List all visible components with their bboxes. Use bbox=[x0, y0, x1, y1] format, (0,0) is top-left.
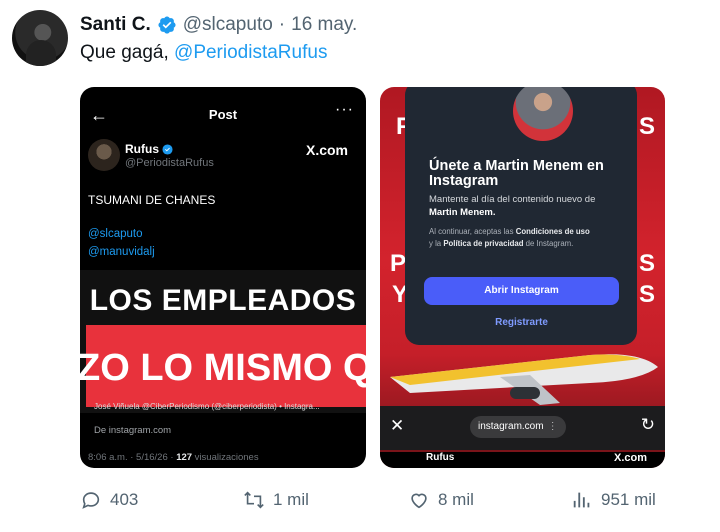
airplane-image bbox=[390, 354, 658, 405]
like-action[interactable]: 8 mil bbox=[408, 486, 474, 514]
verified-badge-icon bbox=[162, 143, 173, 155]
author-name[interactable]: Santi C. bbox=[80, 14, 151, 36]
video-caption-line2: ZO LO MISMO Q bbox=[80, 347, 366, 389]
heart-icon bbox=[411, 493, 427, 509]
like-count: 8 mil bbox=[438, 490, 474, 509]
bg-letter: S bbox=[638, 281, 655, 308]
post-meta: 8:06 a.m. · 5/16/26 · 127 visualizacione… bbox=[88, 452, 259, 463]
more-icon: ··· bbox=[335, 101, 354, 118]
footer-author: Rufus bbox=[426, 452, 455, 463]
author-avatar[interactable] bbox=[12, 10, 68, 66]
modal-body-text: Mantente al día del contenido nuevo de bbox=[429, 194, 596, 205]
modal-body: Mantente al día del contenido nuevo de M… bbox=[429, 193, 629, 219]
terms-part: de Instagram. bbox=[523, 239, 574, 248]
post-header-title: Post bbox=[208, 107, 238, 122]
privacy-link[interactable]: Política de privacidad bbox=[443, 239, 523, 248]
bg-letter: S bbox=[638, 250, 655, 277]
view-label: visualizaciones bbox=[192, 452, 259, 463]
separator: · bbox=[278, 14, 286, 35]
views-icon bbox=[573, 492, 590, 508]
url-text: instagram.com bbox=[478, 421, 544, 432]
quoted-footer: Rufus X.com bbox=[380, 452, 665, 468]
profile-avatar bbox=[513, 87, 573, 141]
video-caption-line1: LOS EMPLEADOS bbox=[89, 284, 357, 317]
post-topbar: ← Post ··· bbox=[80, 101, 366, 125]
quoted-avatar bbox=[88, 139, 120, 171]
terms-text: Al continuar, aceptas las Condiciones de… bbox=[429, 226, 629, 250]
post-timestamp: 8:06 a.m. · 5/16/26 · bbox=[88, 452, 177, 463]
repost-count: 1 mil bbox=[273, 490, 309, 509]
author-handle[interactable]: @slcaputo bbox=[183, 14, 273, 36]
views-action[interactable]: 951 mil bbox=[571, 486, 656, 514]
tweet-date[interactable]: 16 may. bbox=[291, 14, 357, 36]
bg-letter: S bbox=[638, 113, 655, 140]
tweet-body: Que gagá, bbox=[80, 42, 169, 63]
modal-title: Únete a Martin Menem en Instagram bbox=[429, 158, 604, 189]
video-frame: LOS EMPLEADOS ZO LO MISMO Q José Viñuela… bbox=[80, 270, 366, 413]
modal-body-name: Martin Menem. bbox=[429, 207, 496, 218]
video-source-caption: José Viñuela @CiberPeriodismo (@ciberper… bbox=[94, 402, 320, 411]
quoted-mention: @manuvidalj bbox=[88, 246, 155, 258]
repost-action[interactable]: 1 mil bbox=[243, 486, 309, 514]
quoted-mention: @slcaputo bbox=[88, 228, 143, 240]
browser-bottom-bar: ✕ instagram.com ⋮ ↻ bbox=[380, 406, 665, 450]
quoted-author-name: Rufus bbox=[125, 142, 159, 156]
quoted-text: TSUMANI DE CHANES bbox=[88, 193, 216, 207]
media-screenshot-left[interactable]: ← Post ··· Rufus @PeriodistaRufus X.com … bbox=[80, 87, 366, 468]
media-screenshot-right[interactable]: F S P S Y S Únete a Martin Menem en Inst… bbox=[380, 87, 665, 468]
tweet-header: Santi C. @slcaputo · 16 may. bbox=[80, 12, 357, 38]
reply-action[interactable]: 403 bbox=[80, 486, 138, 514]
source-label: De instagram.com bbox=[94, 425, 172, 436]
quoted-author: Rufus bbox=[125, 142, 173, 156]
views-count: 951 mil bbox=[601, 490, 656, 509]
reply-icon bbox=[82, 492, 100, 509]
quoted-handle: @PeriodistaRufus bbox=[125, 157, 214, 169]
bg-letter: P bbox=[390, 250, 407, 277]
mention-link[interactable]: @PeriodistaRufus bbox=[174, 42, 327, 63]
terms-part: y la bbox=[429, 239, 444, 248]
reload-icon[interactable]: ↻ bbox=[641, 415, 655, 435]
repost-icon bbox=[244, 491, 264, 509]
close-icon[interactable]: ✕ bbox=[390, 416, 404, 436]
verified-badge-icon bbox=[158, 16, 176, 34]
terms-link[interactable]: Condiciones de uso bbox=[516, 227, 590, 236]
open-instagram-button[interactable]: Abrir Instagram bbox=[424, 277, 619, 305]
view-count: 127 bbox=[176, 452, 193, 463]
register-link[interactable]: Registrarte bbox=[424, 317, 619, 328]
more-vert-icon: ⋮ bbox=[547, 421, 558, 432]
brand-label: X.com bbox=[305, 142, 348, 158]
terms-part: Al continuar, aceptas las bbox=[429, 227, 516, 236]
footer-brand: X.com bbox=[613, 452, 647, 464]
url-pill[interactable]: instagram.com ⋮ bbox=[470, 416, 566, 438]
reply-count: 403 bbox=[110, 490, 139, 509]
tweet-text: Que gagá, @PeriodistaRufus bbox=[80, 42, 327, 64]
